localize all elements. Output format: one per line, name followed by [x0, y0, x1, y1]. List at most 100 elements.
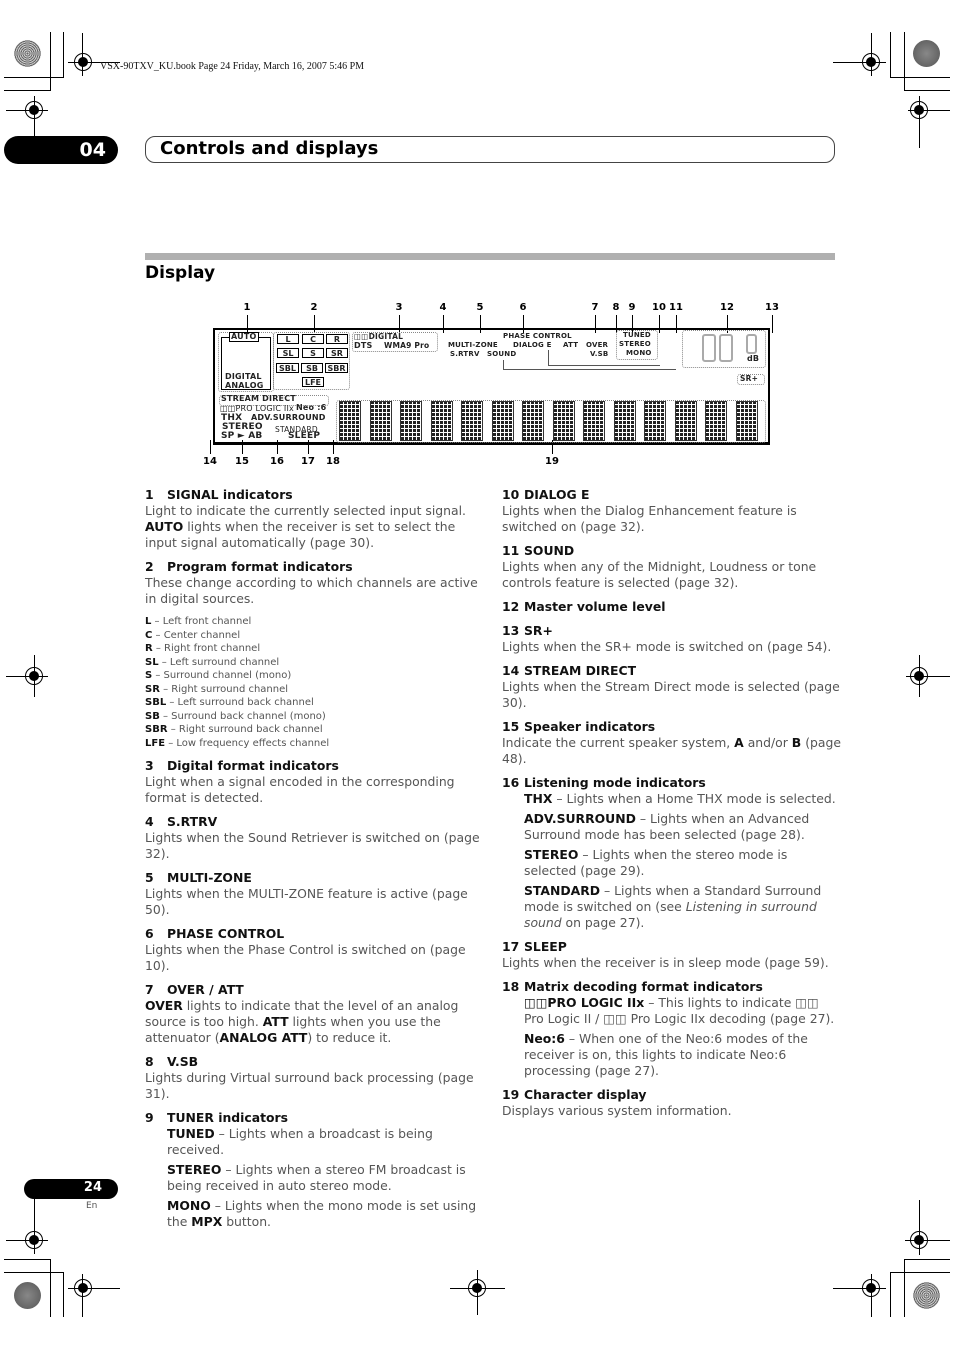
crop-line	[82, 1274, 83, 1317]
leader-line	[772, 315, 773, 333]
item-body: Lights when the Phase Control is switche…	[145, 942, 466, 973]
item-number: 6	[145, 926, 154, 941]
character-cell	[339, 401, 361, 441]
item-4: 4 S.RTRV Lights when the Sound Retriever …	[145, 814, 485, 862]
page-number-badge: 24	[24, 1179, 118, 1199]
mono-indicator: MONO	[626, 349, 652, 357]
crop-line	[833, 1288, 886, 1289]
tuned-indicator: TUNED	[623, 331, 651, 339]
channel-list-item: SBR – Right surround back channel	[145, 724, 323, 735]
dts-indicator: DTS	[354, 341, 373, 350]
crop-line	[871, 1274, 872, 1317]
callout-number: 3	[395, 302, 403, 313]
sub-item: ◫◫PRO LOGIC IIx – This lights to indicat…	[524, 995, 835, 1026]
crop-target-icon	[913, 1282, 940, 1309]
sub-item: TUNED – Lights when a broadcast is being…	[167, 1126, 433, 1157]
print-header: VSX-90TXV_KU.book Page 24 Friday, March …	[100, 61, 365, 72]
item-14: 14 STREAM DIRECT Lights when the Stream D…	[502, 663, 842, 711]
chapter-number-badge: 04	[4, 136, 118, 164]
item-title: Listening mode indicators	[524, 775, 706, 790]
item-2: 2 Program format indicators These change …	[145, 559, 485, 750]
item-title: Digital format indicators	[167, 758, 339, 773]
sub-item: ADV.SURROUND – Lights when an Advanced S…	[524, 811, 810, 842]
leader-line	[503, 369, 676, 370]
channel-indicator-lfe: LFE	[302, 377, 324, 387]
callout-number: 11	[669, 302, 683, 313]
auto-indicator: AUTO	[229, 332, 259, 342]
crop-target-icon	[14, 40, 41, 67]
item-number: 16	[502, 775, 520, 790]
item-title: Matrix decoding format indicators	[524, 979, 763, 994]
chapter-number: 04	[79, 139, 106, 161]
channel-indicator-l: L	[277, 334, 299, 344]
crop-line	[905, 1240, 950, 1241]
item-number: 15	[502, 719, 520, 734]
channel-list: L – Left front channel C – Center channel…	[145, 615, 485, 750]
volume-digit	[719, 334, 733, 362]
item-title: Master volume level	[524, 599, 666, 614]
callout-number: 19	[545, 456, 559, 467]
channel-indicator-r: R	[326, 334, 348, 344]
item-number: 9	[145, 1110, 154, 1125]
item-title: STREAM DIRECT	[524, 663, 637, 678]
crop-line	[68, 1288, 120, 1289]
chapter-title: Controls and displays	[160, 138, 379, 159]
item-number: 2	[145, 559, 154, 574]
page-language: En	[86, 1201, 98, 1211]
item-number: 3	[145, 758, 154, 773]
item-title: Program format indicators	[167, 559, 353, 574]
channel-list-item: L – Left front channel	[145, 616, 252, 627]
crop-line	[833, 62, 886, 63]
callout-number: 5	[476, 302, 484, 313]
item-1: 1 SIGNAL indicators Light to indicate the…	[145, 487, 485, 551]
crop-line	[50, 1259, 51, 1317]
crop-line	[82, 33, 83, 76]
callout-number: 9	[628, 302, 636, 313]
crop-line	[890, 77, 950, 78]
sleep-indicator: SLEEP	[288, 431, 321, 441]
item-title: MULTI-ZONE	[167, 870, 252, 885]
crop-line	[6, 110, 48, 111]
crop-line	[904, 32, 905, 90]
channel-indicator-sl: SL	[277, 348, 299, 358]
volume-digit	[702, 334, 716, 362]
item-body: Lights when the Stream Direct mode is se…	[502, 679, 840, 710]
sub-item: MONO – Lights when the mono mode is set …	[167, 1198, 477, 1229]
crop-line	[906, 676, 950, 677]
crop-line	[34, 655, 35, 697]
sub-item: THX – Lights when a Home THX mode is sel…	[524, 791, 836, 806]
channel-list-item: SR – Right surround channel	[145, 683, 289, 695]
dialog-e-indicator: DIALOG E	[513, 341, 552, 349]
leader-line	[210, 440, 211, 454]
item-number: 14	[502, 663, 520, 678]
item-number: 1	[145, 487, 154, 502]
callout-number: 13	[765, 302, 779, 313]
multi-zone-indicator: MULTI-ZONE	[448, 341, 498, 349]
crop-line	[63, 1272, 64, 1317]
item-title: Character display	[524, 1087, 647, 1102]
character-cell	[491, 401, 514, 441]
item-title: PHASE CONTROL	[167, 926, 285, 941]
item-body: OVER lights to indicate that the level o…	[145, 998, 459, 1045]
item-16: 16 Listening mode indicators THX – Lights…	[502, 775, 842, 931]
channel-list-item: SL – Left surround channel	[145, 656, 280, 668]
crop-line	[63, 32, 64, 77]
section-title: Display	[145, 263, 216, 283]
item-title: V.SB	[167, 1054, 199, 1069]
leader-line	[503, 360, 504, 369]
crop-line	[50, 32, 51, 90]
item-6: 6 PHASE CONTROL Lights when the Phase Con…	[145, 926, 485, 974]
item-10: 10 DIALOG E Lights when the Dialog Enhanc…	[502, 487, 842, 535]
item-9: 9 TUNER indicators TUNED – Lights when a …	[145, 1110, 485, 1230]
character-cell	[369, 401, 392, 441]
item-body: Indicate the current speaker system, A a…	[502, 735, 841, 766]
channel-list-item: LFE – Low frequency effects channel	[145, 737, 330, 749]
crop-line	[890, 32, 891, 77]
leader-line	[548, 365, 660, 366]
vsb-indicator: V.SB	[590, 350, 609, 358]
callout-number: 16	[270, 456, 284, 467]
crop-line	[890, 1272, 891, 1317]
item-title: TUNER indicators	[167, 1110, 289, 1125]
crop-line	[4, 77, 64, 78]
item-body: Lights when any of the Midnight, Loudnes…	[502, 559, 817, 590]
